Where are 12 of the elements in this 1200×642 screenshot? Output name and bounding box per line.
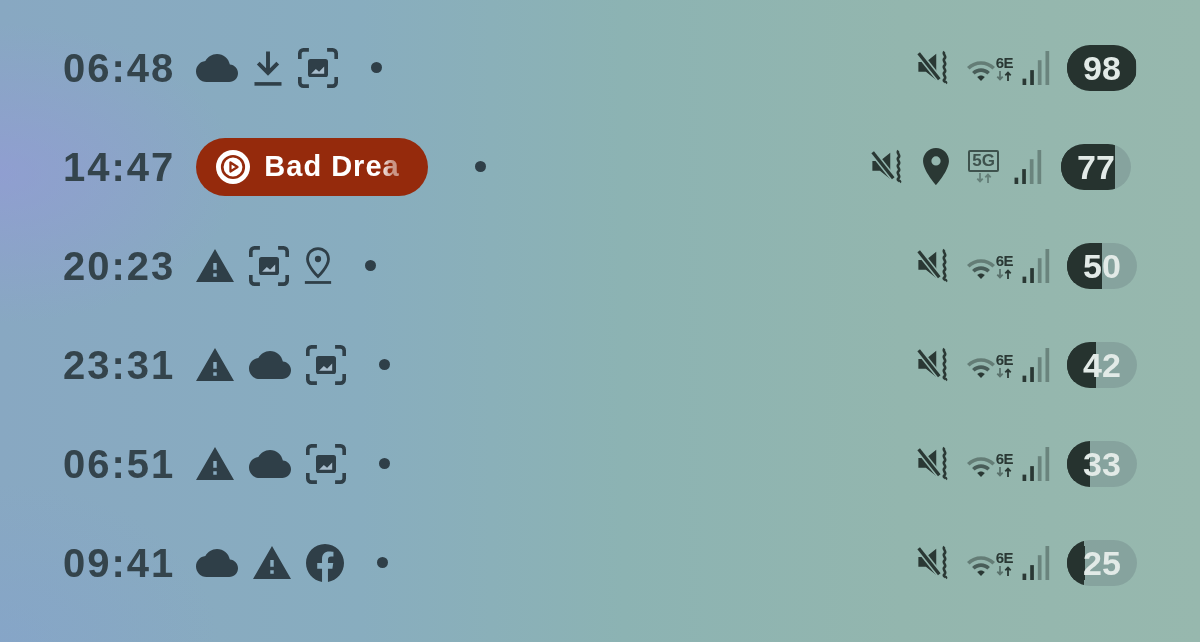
wifi-standard-label: 6E [995, 54, 1013, 70]
clock-time: 23:31 [63, 344, 176, 385]
wifi-standard-label: 6E [995, 351, 1013, 367]
wifi-standard-label: 6E [995, 549, 1013, 565]
clock-time: 06:48 [63, 47, 176, 88]
wifi-standard-label: 6E [995, 450, 1013, 466]
clock-time: 09:41 [63, 542, 176, 583]
clock-time: 06:51 [63, 443, 176, 484]
wifi-standard-label: 6E [995, 252, 1013, 268]
network-type-label: 5G [968, 150, 999, 172]
clock-time: 20:23 [63, 245, 176, 286]
clock-time: 14:47 [63, 146, 176, 187]
